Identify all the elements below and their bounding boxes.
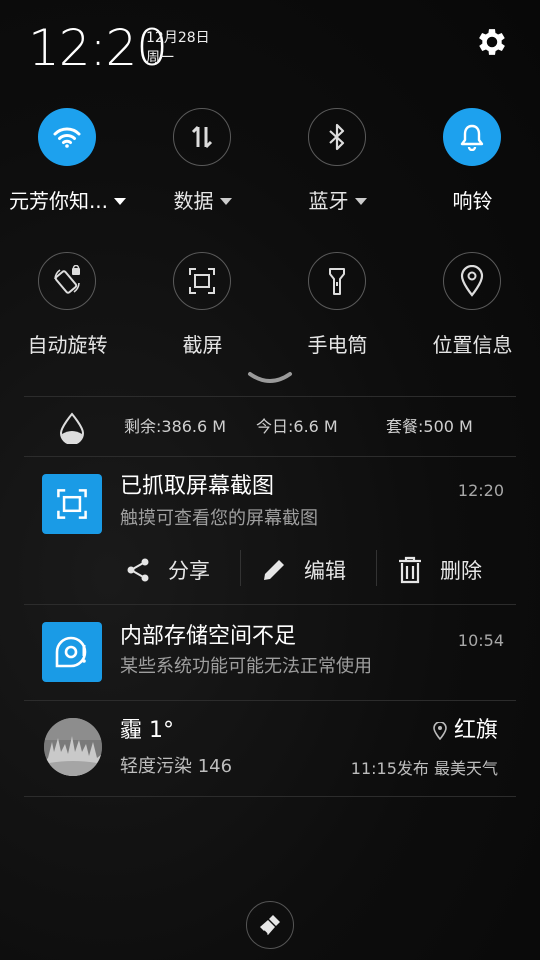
wifi-toggle[interactable] <box>38 108 96 166</box>
divider <box>24 604 516 605</box>
auto-rotate-icon <box>54 265 80 294</box>
tile-bluetooth[interactable]: 蓝牙 <box>270 108 405 218</box>
mobile-data-toggle[interactable] <box>173 108 231 166</box>
tile-flashlight-label[interactable]: 手电筒 <box>270 332 405 358</box>
divider <box>24 796 516 797</box>
ring-toggle[interactable] <box>443 108 501 166</box>
screenshot-toggle[interactable] <box>173 252 231 310</box>
share-label: 分享 <box>168 559 210 583</box>
auto-rotate-toggle[interactable] <box>38 252 96 310</box>
settings-button[interactable] <box>474 24 510 60</box>
tile-bluetooth-label[interactable]: 蓝牙 <box>270 188 405 214</box>
bluetooth-icon <box>329 123 345 151</box>
notification-subtitle: 某些系统功能可能无法正常使用 <box>120 656 372 677</box>
bell-icon <box>460 124 484 151</box>
divider <box>24 456 516 457</box>
flashlight-toggle[interactable] <box>308 252 366 310</box>
flashlight-icon <box>329 268 345 295</box>
delete-button[interactable]: 删除 <box>396 550 482 590</box>
tile-mobile-data-label[interactable]: 数据 <box>135 188 270 214</box>
bluetooth-toggle[interactable] <box>308 108 366 166</box>
chevron-down-icon <box>114 197 127 205</box>
tile-wifi[interactable]: 元芳你知... <box>0 108 135 218</box>
notification-subtitle: 触摸可查看您的屏幕截图 <box>120 508 318 529</box>
notification-title: 已抓取屏幕截图 <box>120 474 275 499</box>
data-usage-row[interactable]: 剩余:386.6 M 今日:6.6 M 套餐:500 M <box>0 400 540 454</box>
status-bar: 12:20 12月28日 周一 <box>0 0 540 90</box>
action-separator <box>240 550 241 586</box>
expand-chevron-icon[interactable] <box>246 370 294 388</box>
quick-settings-row-2: 自动旋转 截屏 手电筒 位置信息 <box>0 252 540 362</box>
chevron-down-icon <box>354 197 367 205</box>
location-icon <box>460 265 484 297</box>
weekday-label: 周一 <box>146 50 174 66</box>
screenshot-icon <box>57 489 87 519</box>
notification-title: 内部存储空间不足 <box>120 624 297 649</box>
data-remaining: 剩余:386.6 M <box>124 417 227 436</box>
data-today: 今日:6.6 M <box>256 417 338 436</box>
location-toggle[interactable] <box>443 252 501 310</box>
divider <box>24 396 516 397</box>
notification-weather[interactable]: 霾 1° 轻度污染 146 红旗 11:15发布 最美天气 <box>24 716 516 780</box>
edit-label: 编辑 <box>304 559 346 583</box>
tile-wifi-label[interactable]: 元芳你知... <box>0 188 135 214</box>
tile-location[interactable]: 位置信息 <box>405 252 540 362</box>
clear-all-button[interactable] <box>246 901 294 949</box>
broom-icon <box>260 915 280 935</box>
location-pin-icon <box>433 722 447 740</box>
screenshot-icon <box>189 268 215 294</box>
storage-app-icon <box>42 622 102 682</box>
storage-warning-icon <box>55 636 87 668</box>
share-icon <box>127 558 149 582</box>
quick-settings-row-1: 元芳你知... 数据 蓝牙 响铃 <box>0 108 540 218</box>
weather-location: 红旗 <box>433 716 498 746</box>
weather-subtitle: 轻度污染 146 <box>120 756 233 777</box>
weather-published: 11:15发布 最美天气 <box>350 759 498 778</box>
chevron-down-icon <box>219 197 232 205</box>
notification-time: 10:54 <box>457 631 504 650</box>
wifi-icon <box>53 127 81 148</box>
water-drop-icon <box>59 412 85 444</box>
data-plan: 套餐:500 M <box>386 417 473 436</box>
weather-title: 霾 1° <box>120 718 174 743</box>
date-block[interactable]: 12月28日 周一 <box>146 28 210 68</box>
delete-label: 删除 <box>440 559 482 583</box>
tile-auto-rotate[interactable]: 自动旋转 <box>0 252 135 362</box>
notification-time: 12:20 <box>457 481 504 500</box>
tile-ring-label[interactable]: 响铃 <box>405 188 540 214</box>
tile-location-label[interactable]: 位置信息 <box>405 332 540 358</box>
date-label: 12月28日 <box>146 30 210 46</box>
tile-ring[interactable]: 响铃 <box>405 108 540 218</box>
tile-mobile-data[interactable]: 数据 <box>135 108 270 218</box>
gear-icon <box>479 29 505 55</box>
screenshot-app-icon <box>42 474 102 534</box>
tile-auto-rotate-label[interactable]: 自动旋转 <box>0 332 135 358</box>
share-button[interactable]: 分享 <box>124 550 210 590</box>
tile-screenshot[interactable]: 截屏 <box>135 252 270 362</box>
pencil-icon <box>264 560 284 580</box>
edit-button[interactable]: 编辑 <box>260 550 346 590</box>
action-separator <box>376 550 377 586</box>
tile-flashlight[interactable]: 手电筒 <box>270 252 405 362</box>
tile-screenshot-label[interactable]: 截屏 <box>135 332 270 358</box>
trash-icon <box>399 556 421 584</box>
divider <box>24 700 516 701</box>
mobile-data-icon <box>191 125 213 149</box>
weather-location-label: 红旗 <box>453 718 498 743</box>
notification-storage[interactable]: 内部存储空间不足 某些系统功能可能无法正常使用 10:54 <box>24 622 516 686</box>
